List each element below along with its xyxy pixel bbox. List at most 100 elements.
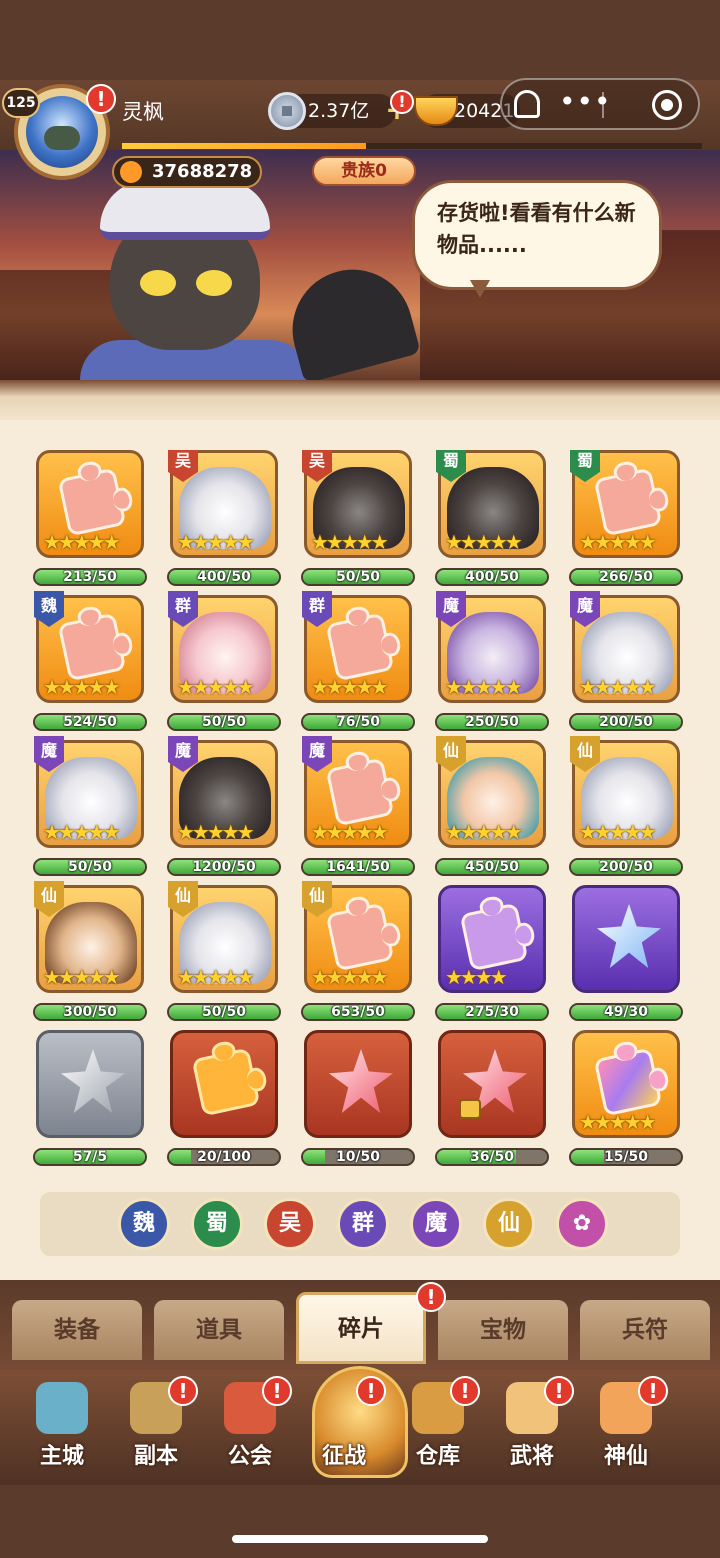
tab-1[interactable]: 道具 <box>154 1300 284 1360</box>
silver-alert-icon: ! <box>390 90 414 114</box>
home-indicator[interactable] <box>232 1535 488 1543</box>
fragment-progress: 250/50 <box>435 713 549 731</box>
paw-coin-icon <box>120 161 142 183</box>
star-rating: ★★★★★ <box>177 965 255 989</box>
cat-helmet <box>100 180 270 240</box>
ghost-icon[interactable] <box>514 90 540 118</box>
star-rating: ★★★★★ <box>177 820 255 844</box>
filter-mo-button[interactable]: 魔 <box>410 1198 462 1250</box>
fragment-progress: 400/50 <box>435 568 549 586</box>
tab-4[interactable]: 兵符 <box>580 1300 710 1360</box>
star-rating: ★★★★★ <box>43 820 121 844</box>
fragment-cell[interactable]: 57/5 <box>28 1030 152 1170</box>
star-rating: ★★★★★ <box>311 530 389 554</box>
home-bar <box>0 1485 720 1558</box>
filter-all-button[interactable]: ✿ <box>556 1198 608 1250</box>
fragment-cell[interactable]: ★★★★★ 群 76/50 <box>296 591 420 735</box>
star-gem-icon <box>597 904 661 968</box>
puzzle-piece-icon <box>325 902 395 972</box>
nav-immortals-button[interactable]: 神仙! <box>586 1376 668 1474</box>
fragment-cell[interactable]: ★★★★★ 仙 200/50 <box>564 736 688 880</box>
tab-2[interactable]: 碎片 <box>296 1292 426 1364</box>
star-gem-icon <box>329 1049 393 1113</box>
fragment-cell[interactable]: ★★★★★ 蜀 400/50 <box>430 450 554 590</box>
nav-label: 副本 <box>133 1444 178 1469</box>
fragment-cell[interactable]: ★★★★★ 吴 50/50 <box>296 450 420 590</box>
filter-qun-button[interactable]: 群 <box>337 1198 389 1250</box>
fragment-card[interactable] <box>36 1030 144 1138</box>
nav-campaign-button[interactable]: 征战! <box>304 1376 386 1474</box>
fragment-cell[interactable]: ★★★★★ 仙 300/50 <box>28 881 152 1025</box>
fragment-card[interactable]: ★★★★★ <box>572 1030 680 1138</box>
noble-badge[interactable]: 贵族0 <box>312 156 416 186</box>
fragment-progress: 266/50 <box>569 568 683 586</box>
tab-3[interactable]: 宝物 <box>438 1300 568 1360</box>
avatar-alert-icon: ! <box>86 84 116 114</box>
nav-dungeon-button[interactable]: 副本! <box>116 1376 198 1474</box>
star-rating: ★★★★★ <box>579 1110 657 1134</box>
fragment-cell[interactable]: ★★★★★ 213/50 <box>28 450 152 590</box>
fragment-card[interactable] <box>170 1030 278 1138</box>
fragment-progress: 200/50 <box>569 713 683 731</box>
nav-alert-icon: ! <box>450 1376 480 1406</box>
fragment-progress: 200/50 <box>569 858 683 876</box>
fragment-cell[interactable]: ★★★★★ 仙 50/50 <box>162 881 286 1025</box>
filter-shu-button[interactable]: 蜀 <box>191 1198 243 1250</box>
filter-wu-button[interactable]: 吴 <box>264 1198 316 1250</box>
fragment-cell[interactable]: 49/30 <box>564 885 688 1025</box>
merchant-cat <box>70 170 421 385</box>
fragment-cell[interactable]: ★★★★★ 蜀 266/50 <box>564 450 688 590</box>
fragment-cell[interactable]: ★★★★★ 仙 450/50 <box>430 736 554 880</box>
fragment-count: 50/50 <box>67 859 113 875</box>
fragment-cell[interactable]: ★★★★★ 魏 524/50 <box>28 591 152 735</box>
home-icon <box>36 1382 88 1434</box>
filter-xian-button[interactable]: 仙 <box>483 1198 535 1250</box>
xp-fill <box>122 143 366 149</box>
cat-eye <box>140 270 176 296</box>
nav-label: 公会 <box>227 1444 272 1469</box>
nav-guild-button[interactable]: 公会! <box>210 1376 292 1474</box>
fragment-progress: 213/50 <box>33 568 147 586</box>
fragment-count: 76/50 <box>335 714 381 730</box>
fragment-card[interactable]: ★★★★ <box>438 885 546 993</box>
fragment-cell[interactable]: 20/100 <box>162 1030 286 1170</box>
tab-0[interactable]: 装备 <box>12 1300 142 1360</box>
star-rating: ★★★★★ <box>579 675 657 699</box>
star-rating: ★★★★★ <box>43 675 121 699</box>
fragment-progress: 50/50 <box>301 568 415 586</box>
fragment-card[interactable] <box>572 885 680 993</box>
filter-wei-button[interactable]: 魏 <box>118 1198 170 1250</box>
fragment-card[interactable]: ★★★★★ <box>36 450 144 558</box>
fragment-progress: 1641/50 <box>301 858 415 876</box>
fragment-cell[interactable]: ★★★★★ 魔 1200/50 <box>162 736 286 880</box>
fragment-cell[interactable]: ★★★★★ 魔 1641/50 <box>296 736 420 880</box>
fragment-count: 653/50 <box>331 1004 385 1020</box>
fragment-progress: 20/100 <box>167 1148 281 1166</box>
fragment-cell[interactable]: ★★★★★ 群 50/50 <box>162 591 286 735</box>
star-rating: ★★★★★ <box>177 530 255 554</box>
fragment-cell[interactable]: ★★★★★ 魔 250/50 <box>430 591 554 735</box>
fragment-cell[interactable]: 36/50 <box>430 1030 554 1170</box>
fragment-cell[interactable]: ★★★★★ 仙 653/50 <box>296 881 420 1025</box>
cat-eye <box>196 270 232 296</box>
fragment-cell[interactable]: ★★★★ 275/30 <box>430 885 554 1025</box>
fragment-cell[interactable]: ★★★★★ 吴 400/50 <box>162 450 286 590</box>
nav-home-button[interactable]: 主城 <box>22 1378 102 1474</box>
nav-warehouse-button[interactable]: 仓库! <box>398 1376 480 1474</box>
fragment-cell[interactable]: 10/50 <box>296 1030 420 1170</box>
fragment-count: 200/50 <box>599 714 653 730</box>
nav-label: 征战 <box>321 1444 366 1469</box>
lock-icon <box>459 1099 481 1119</box>
fragment-cell[interactable]: ★★★★★ 15/50 <box>564 1030 688 1170</box>
puzzle-piece-icon <box>325 612 395 682</box>
nav-heroes-button[interactable]: 武将! <box>492 1376 574 1474</box>
close-target-icon[interactable] <box>652 90 682 120</box>
silver-value: 2.37亿 <box>308 100 370 122</box>
fragment-cell[interactable]: ★★★★★ 魔 50/50 <box>28 736 152 880</box>
fragment-card[interactable] <box>304 1030 412 1138</box>
fragment-count: 10/50 <box>335 1149 381 1165</box>
fragment-count: 275/30 <box>465 1004 519 1020</box>
fragment-cell[interactable]: ★★★★★ 魔 200/50 <box>564 591 688 735</box>
puzzle-piece-icon <box>593 467 663 537</box>
fragment-card[interactable] <box>438 1030 546 1138</box>
